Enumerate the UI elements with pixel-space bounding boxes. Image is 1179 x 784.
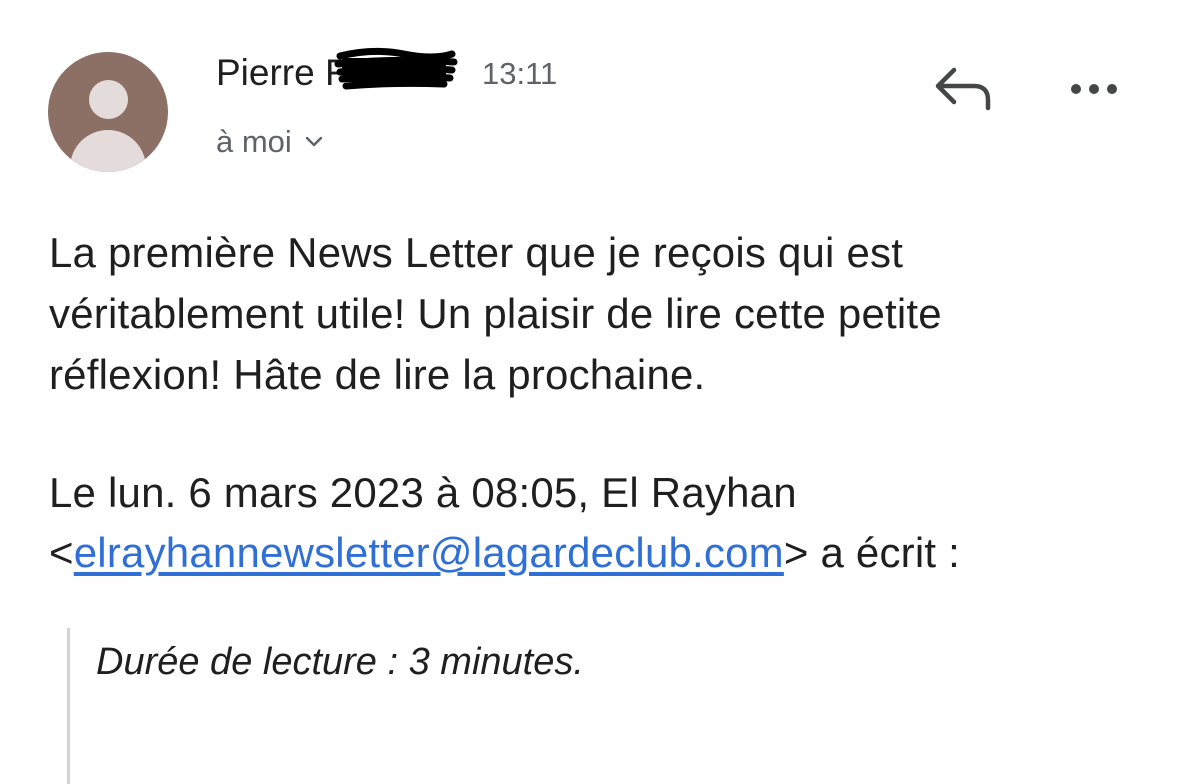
bracket-open: < bbox=[49, 529, 74, 576]
sender-email-link[interactable]: elrayhannewsletter@lagardeclub.com bbox=[74, 529, 784, 576]
message-time: 13:11 bbox=[482, 56, 558, 91]
email-view: Pierre F 13:11 à moi La première News Le… bbox=[0, 0, 1179, 784]
message-body: La première News Letter que je reçois qu… bbox=[49, 222, 1159, 405]
chevron-down-icon bbox=[305, 136, 323, 147]
recipient-label: à moi bbox=[216, 124, 292, 159]
more-horizontal-icon[interactable] bbox=[1066, 74, 1122, 104]
quote-divider bbox=[67, 628, 70, 784]
quote-sender-line: <elrayhannewsletter@lagardeclub.com> a é… bbox=[49, 523, 1159, 583]
sender-name[interactable]: Pierre F bbox=[216, 52, 348, 94]
message-line: réflexion! Hâte de lire la prochaine. bbox=[49, 351, 706, 398]
person-icon-head bbox=[89, 80, 128, 119]
message-line: véritablement utile! Un plaisir de lire … bbox=[49, 290, 942, 337]
redaction-scribble bbox=[334, 47, 458, 90]
quote-intro: Le lun. 6 mars 2023 à 08:05, El Rayhan bbox=[49, 469, 797, 516]
quote-attribution: Le lun. 6 mars 2023 à 08:05, El Rayhan <… bbox=[49, 463, 1159, 583]
quoted-text: Durée de lecture : 3 minutes. bbox=[96, 641, 584, 683]
sender-avatar[interactable] bbox=[48, 52, 168, 172]
quote-suffix: > a écrit : bbox=[783, 529, 960, 576]
message-line: La première News Letter que je reçois qu… bbox=[49, 229, 904, 276]
recipient-toggle[interactable]: à moi bbox=[216, 124, 324, 160]
reply-arrow-icon[interactable] bbox=[930, 62, 996, 118]
person-icon-body bbox=[70, 130, 146, 172]
